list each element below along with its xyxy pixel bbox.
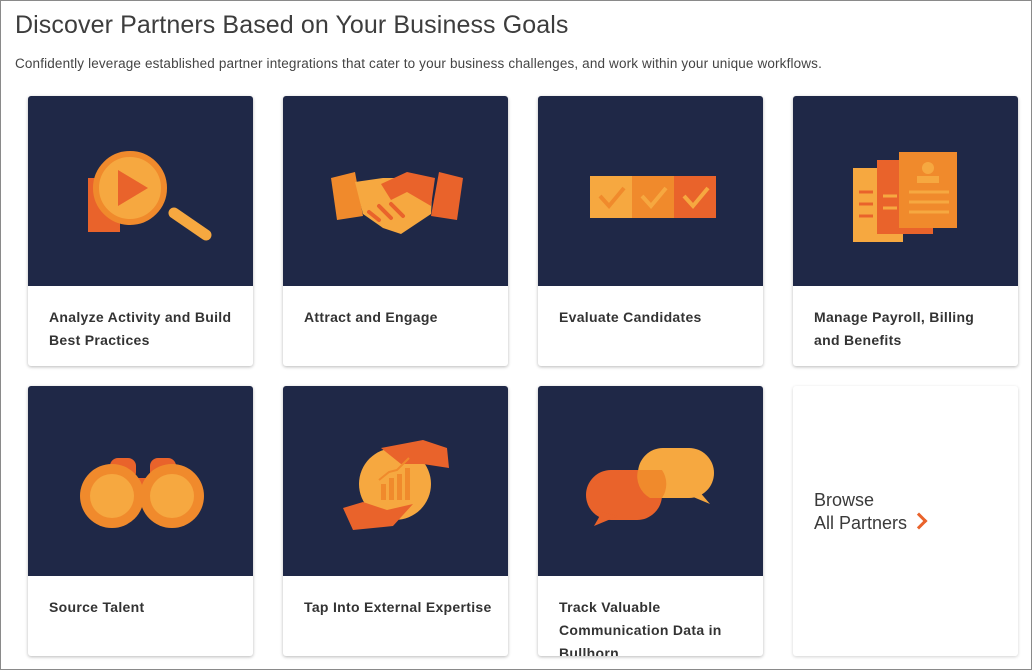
binoculars-icon [80,458,204,528]
goal-card-label: Source Talent [49,599,145,615]
documents-icon [853,152,957,242]
goal-card-track-communication[interactable]: Track Valuable Communication Data in Bul… [538,386,763,656]
goal-card-attract[interactable]: Attract and Engage [283,96,508,366]
goal-card-analyze[interactable]: Analyze Activity and Build Best Practice… [28,96,253,366]
browse-line-2: All Partners [814,513,908,533]
goal-card-payroll[interactable]: Manage Payroll, Billing and Benefits [793,96,1018,366]
handshake-icon [331,172,463,234]
browse-all-partners-card[interactable]: Browse All Partners [793,386,1018,656]
chevron-right-icon [910,512,928,530]
goal-card-label: Track Valuable Communication Data in Bul… [559,599,722,656]
checkmarks-icon [590,176,716,218]
page-subtitle: Confidently leverage established partner… [15,56,822,71]
goal-card-evaluate[interactable]: Evaluate Candidates [538,96,763,366]
goal-card-label: Tap Into External Expertise [304,599,492,615]
goal-card-label: Evaluate Candidates [559,309,702,325]
page-frame: Discover Partners Based on Your Business… [0,0,1032,670]
page-title: Discover Partners Based on Your Business… [15,11,569,39]
chat-bubbles-icon [586,448,714,526]
hands-growth-icon [343,440,449,530]
goal-card-label: Analyze Activity and Build Best Practice… [49,309,232,348]
browse-all-partners-link[interactable]: Browse All Partners [814,489,974,535]
goal-card-label: Attract and Engage [304,309,438,325]
goal-card-label: Manage Payroll, Billing and Benefits [814,309,975,348]
goal-card-source-talent[interactable]: Source Talent [28,386,253,656]
goal-card-external-expertise[interactable]: Tap Into External Expertise [283,386,508,656]
browse-line-1: Browse [814,490,875,510]
magnifier-play-icon [88,151,212,241]
